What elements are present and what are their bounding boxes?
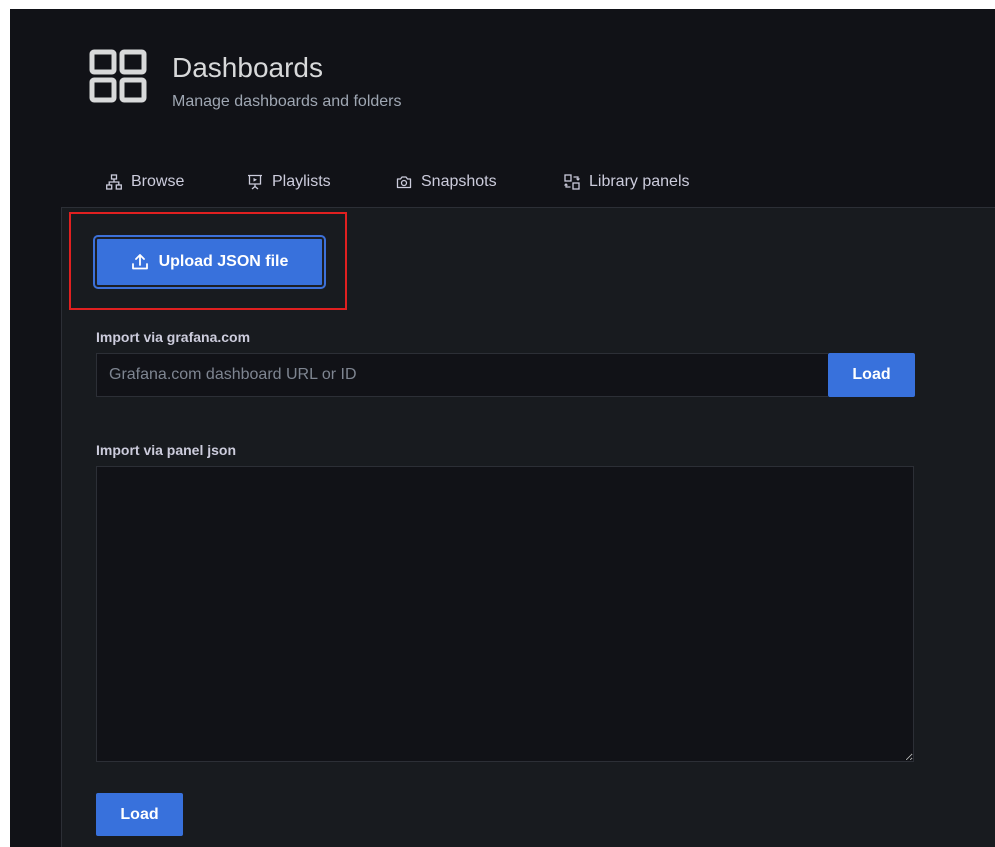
presentation-icon (248, 174, 262, 190)
upload-json-button[interactable]: Upload JSON file (93, 235, 326, 289)
panel-json-load-button[interactable]: Load (96, 793, 183, 836)
upload-json-label: Upload JSON file (158, 253, 289, 270)
grafana-com-load-button[interactable]: Load (828, 353, 915, 397)
tab-playlists-label: Playlists (272, 173, 331, 190)
tab-library-panels-label: Library panels (589, 173, 690, 190)
library-panel-icon (564, 174, 580, 190)
camera-icon (396, 176, 412, 189)
page-header: Dashboards Manage dashboards and folders… (10, 9, 995, 207)
sitemap-icon (106, 174, 122, 190)
grafana-com-label: Import via grafana.com (96, 329, 251, 345)
tab-browse[interactable]: Browse (106, 167, 184, 197)
import-content: Upload JSON file Import via grafana.com … (61, 207, 995, 847)
tab-browse-label: Browse (131, 173, 185, 190)
tab-bar: Browse Playlists Snapshots Library panel… (10, 167, 995, 207)
panel-json-label: Import via panel json (96, 442, 237, 458)
tab-snapshots-label: Snapshots (421, 173, 497, 190)
tab-library-panels[interactable]: Library panels (564, 167, 690, 197)
dashboards-grid-icon (89, 49, 151, 105)
tab-playlists[interactable]: Playlists (247, 167, 331, 197)
grafana-app: Dashboards Manage dashboards and folders… (10, 9, 995, 847)
page-subtitle: Manage dashboards and folders (172, 93, 402, 110)
grafana-com-url-input[interactable] (96, 353, 828, 397)
page-title: Dashboards (172, 52, 323, 83)
upload-icon (131, 254, 148, 270)
tab-snapshots[interactable]: Snapshots (396, 167, 497, 197)
panel-json-textarea[interactable] (96, 466, 914, 762)
